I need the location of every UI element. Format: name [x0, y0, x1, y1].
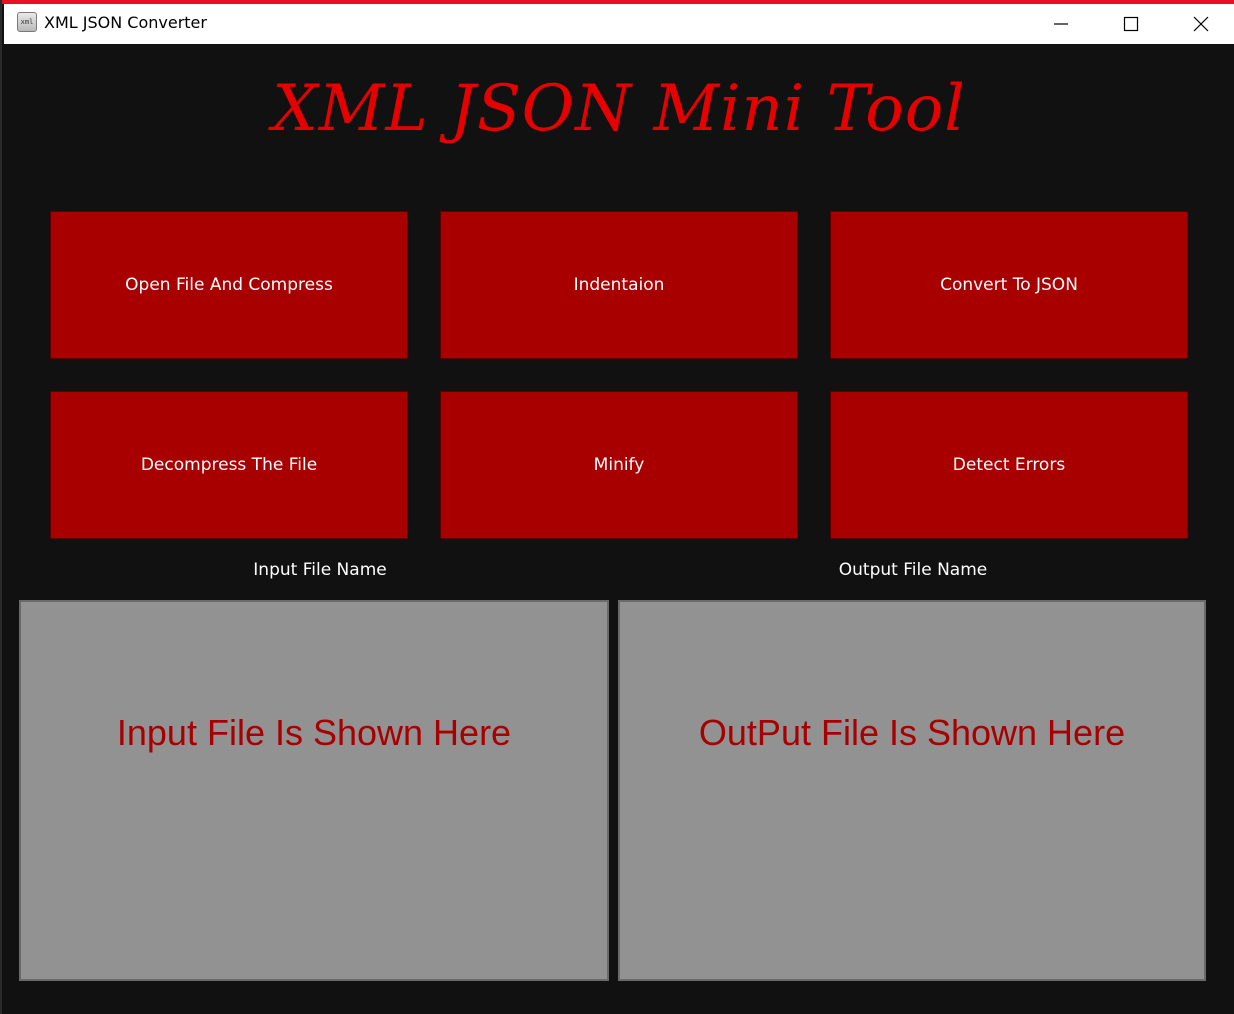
minimize-icon	[1054, 23, 1068, 25]
output-file-placeholder: OutPut File Is Shown Here	[698, 712, 1126, 753]
open-file-compress-button[interactable]: Open File And Compress	[50, 211, 408, 359]
close-button[interactable]	[1166, 4, 1234, 44]
output-file-panel[interactable]: OutPut File Is Shown Here	[618, 600, 1206, 981]
minimize-button[interactable]	[1026, 4, 1096, 44]
detect-errors-button[interactable]: Detect Errors	[830, 391, 1188, 539]
xml-file-icon: xml	[17, 12, 37, 32]
close-icon	[1193, 16, 1209, 32]
window-title: XML JSON Converter	[44, 13, 207, 32]
title-bar[interactable]: xml XML JSON Converter	[4, 4, 1234, 44]
input-file-panel[interactable]: Input File Is Shown Here	[19, 600, 609, 981]
output-file-name-label: Output File Name	[838, 560, 988, 580]
convert-to-json-button[interactable]: Convert To JSON	[830, 211, 1188, 359]
decompress-file-button[interactable]: Decompress The File	[50, 391, 408, 539]
indentation-button[interactable]: Indentaion	[440, 211, 798, 359]
app-heading: XML JSON Mini Tool	[272, 72, 966, 146]
minify-button[interactable]: Minify	[440, 391, 798, 539]
input-file-name-label: Input File Name	[253, 560, 387, 580]
input-file-placeholder: Input File Is Shown Here	[116, 712, 512, 753]
app-icon-text: xml	[20, 18, 34, 26]
maximize-button[interactable]	[1096, 4, 1166, 44]
maximize-icon	[1123, 16, 1139, 32]
app-window: xml XML JSON Converter XML JSON Mini Too…	[0, 0, 1234, 1014]
